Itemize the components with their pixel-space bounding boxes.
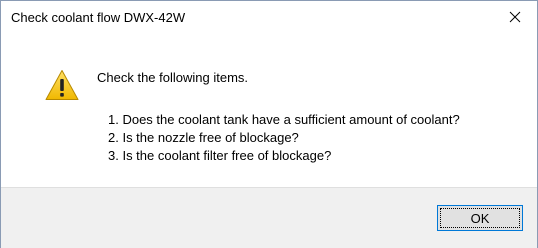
message-items: 1. Does the coolant tank have a sufficie… [108,111,460,165]
warning-icon [45,70,79,100]
message-area: Check the following items. 1. Does the c… [1,33,537,187]
ok-button-label: OK [470,210,490,226]
message-item: 2. Is the nozzle free of blockage? [108,130,299,145]
ok-button[interactable]: OK [437,205,523,231]
close-button[interactable] [493,1,537,33]
message-heading: Check the following items. [97,70,249,85]
dialog-window: Check coolant flow DWX-42W Check the fol… [0,0,538,248]
button-bar: OK [1,187,537,248]
window-title: Check coolant flow DWX-42W [11,10,186,25]
message-item: 3. Is the coolant filter free of blockag… [108,148,332,163]
close-icon [509,11,521,23]
message-item: 1. Does the coolant tank have a sufficie… [108,112,460,127]
title-bar[interactable]: Check coolant flow DWX-42W [1,1,537,33]
